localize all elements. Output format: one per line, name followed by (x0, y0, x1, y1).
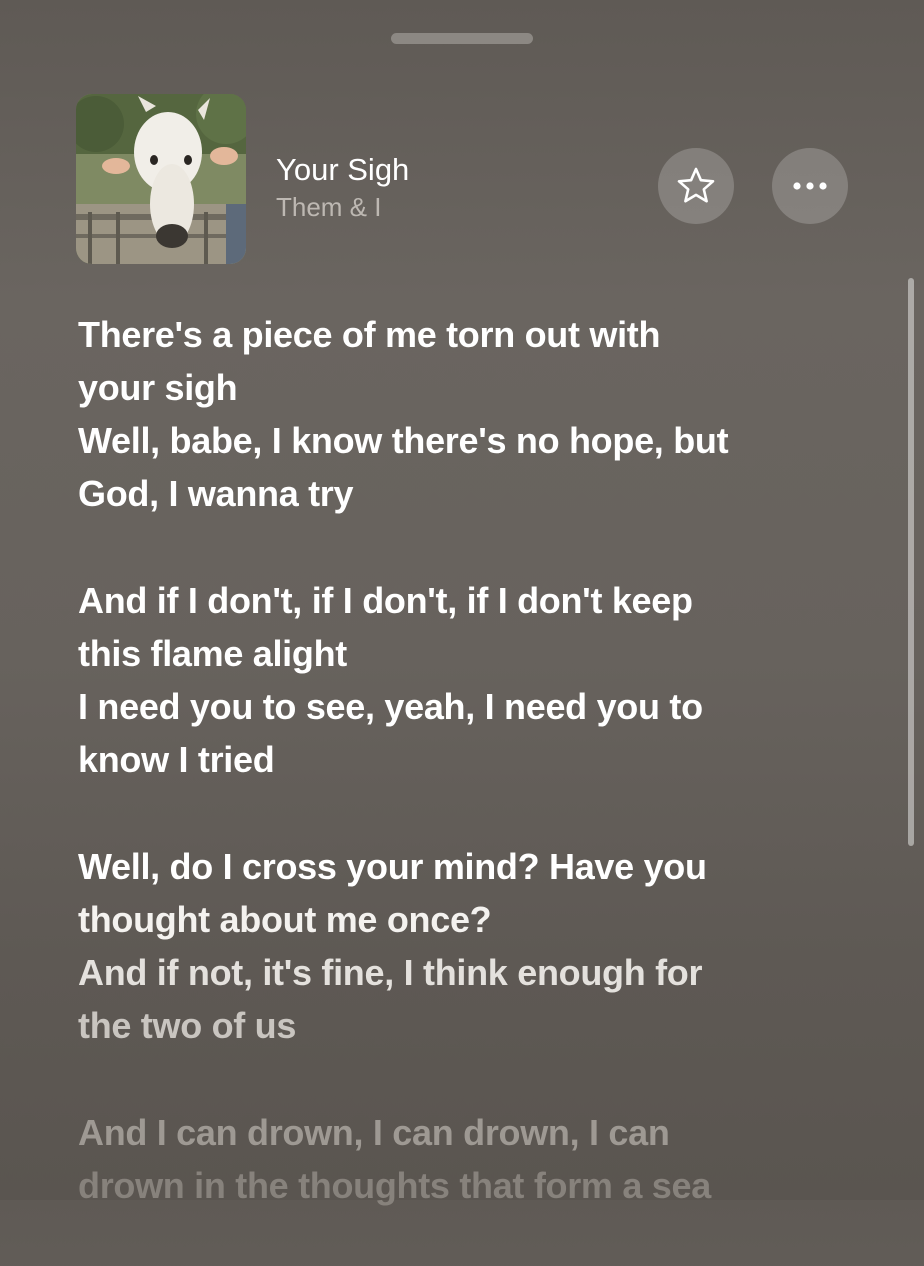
favorite-button[interactable] (658, 148, 734, 224)
album-artwork (76, 94, 246, 264)
track-title[interactable]: Your Sigh (276, 152, 409, 188)
lyric-line[interactable]: And I can drown, I can drown, I can (78, 1106, 868, 1159)
album-artwork-white-horse-icon (76, 94, 246, 264)
lyric-line[interactable]: this flame alight (78, 627, 868, 680)
lyrics-stanza: Well, do I cross your mind? Have you tho… (78, 840, 868, 1052)
lyric-line[interactable]: the two of us (78, 999, 868, 1052)
lyric-line[interactable]: And if not, it's fine, I think enough fo… (78, 946, 868, 999)
sheet-grabber[interactable] (391, 33, 533, 44)
lyrics-scrollbar[interactable] (908, 278, 914, 846)
lyric-line[interactable]: Well, do I cross your mind? Have you (78, 840, 868, 893)
lyric-line[interactable]: Well, babe, I know there's no hope, but (78, 414, 868, 467)
lyrics-view[interactable]: There's a piece of me torn out with your… (78, 308, 868, 1266)
lyric-line[interactable]: And if I don't, if I don't, if I don't k… (78, 574, 868, 627)
lyric-line[interactable]: thought about me once? (78, 893, 868, 946)
more-options-button[interactable] (772, 148, 848, 224)
lyrics-stanza: And I can drown, I can drown, I can drow… (78, 1106, 868, 1212)
track-artist[interactable]: Them & I (276, 192, 381, 223)
lyric-line[interactable]: I need you to see, yeah, I need you to (78, 680, 868, 733)
ellipsis-icon (793, 182, 827, 190)
lyric-line[interactable]: drown in the thoughts that form a sea (78, 1159, 868, 1212)
lyric-line[interactable]: your sigh (78, 361, 868, 414)
lyric-line[interactable]: know I tried (78, 733, 868, 786)
lyrics-stanza: There's a piece of me torn out with your… (78, 308, 868, 520)
lyric-line[interactable]: There's a piece of me torn out with (78, 308, 868, 361)
star-outline-icon (677, 167, 715, 203)
lyrics-stanza: And if I don't, if I don't, if I don't k… (78, 574, 868, 786)
lyric-line[interactable]: God, I wanna try (78, 467, 868, 520)
